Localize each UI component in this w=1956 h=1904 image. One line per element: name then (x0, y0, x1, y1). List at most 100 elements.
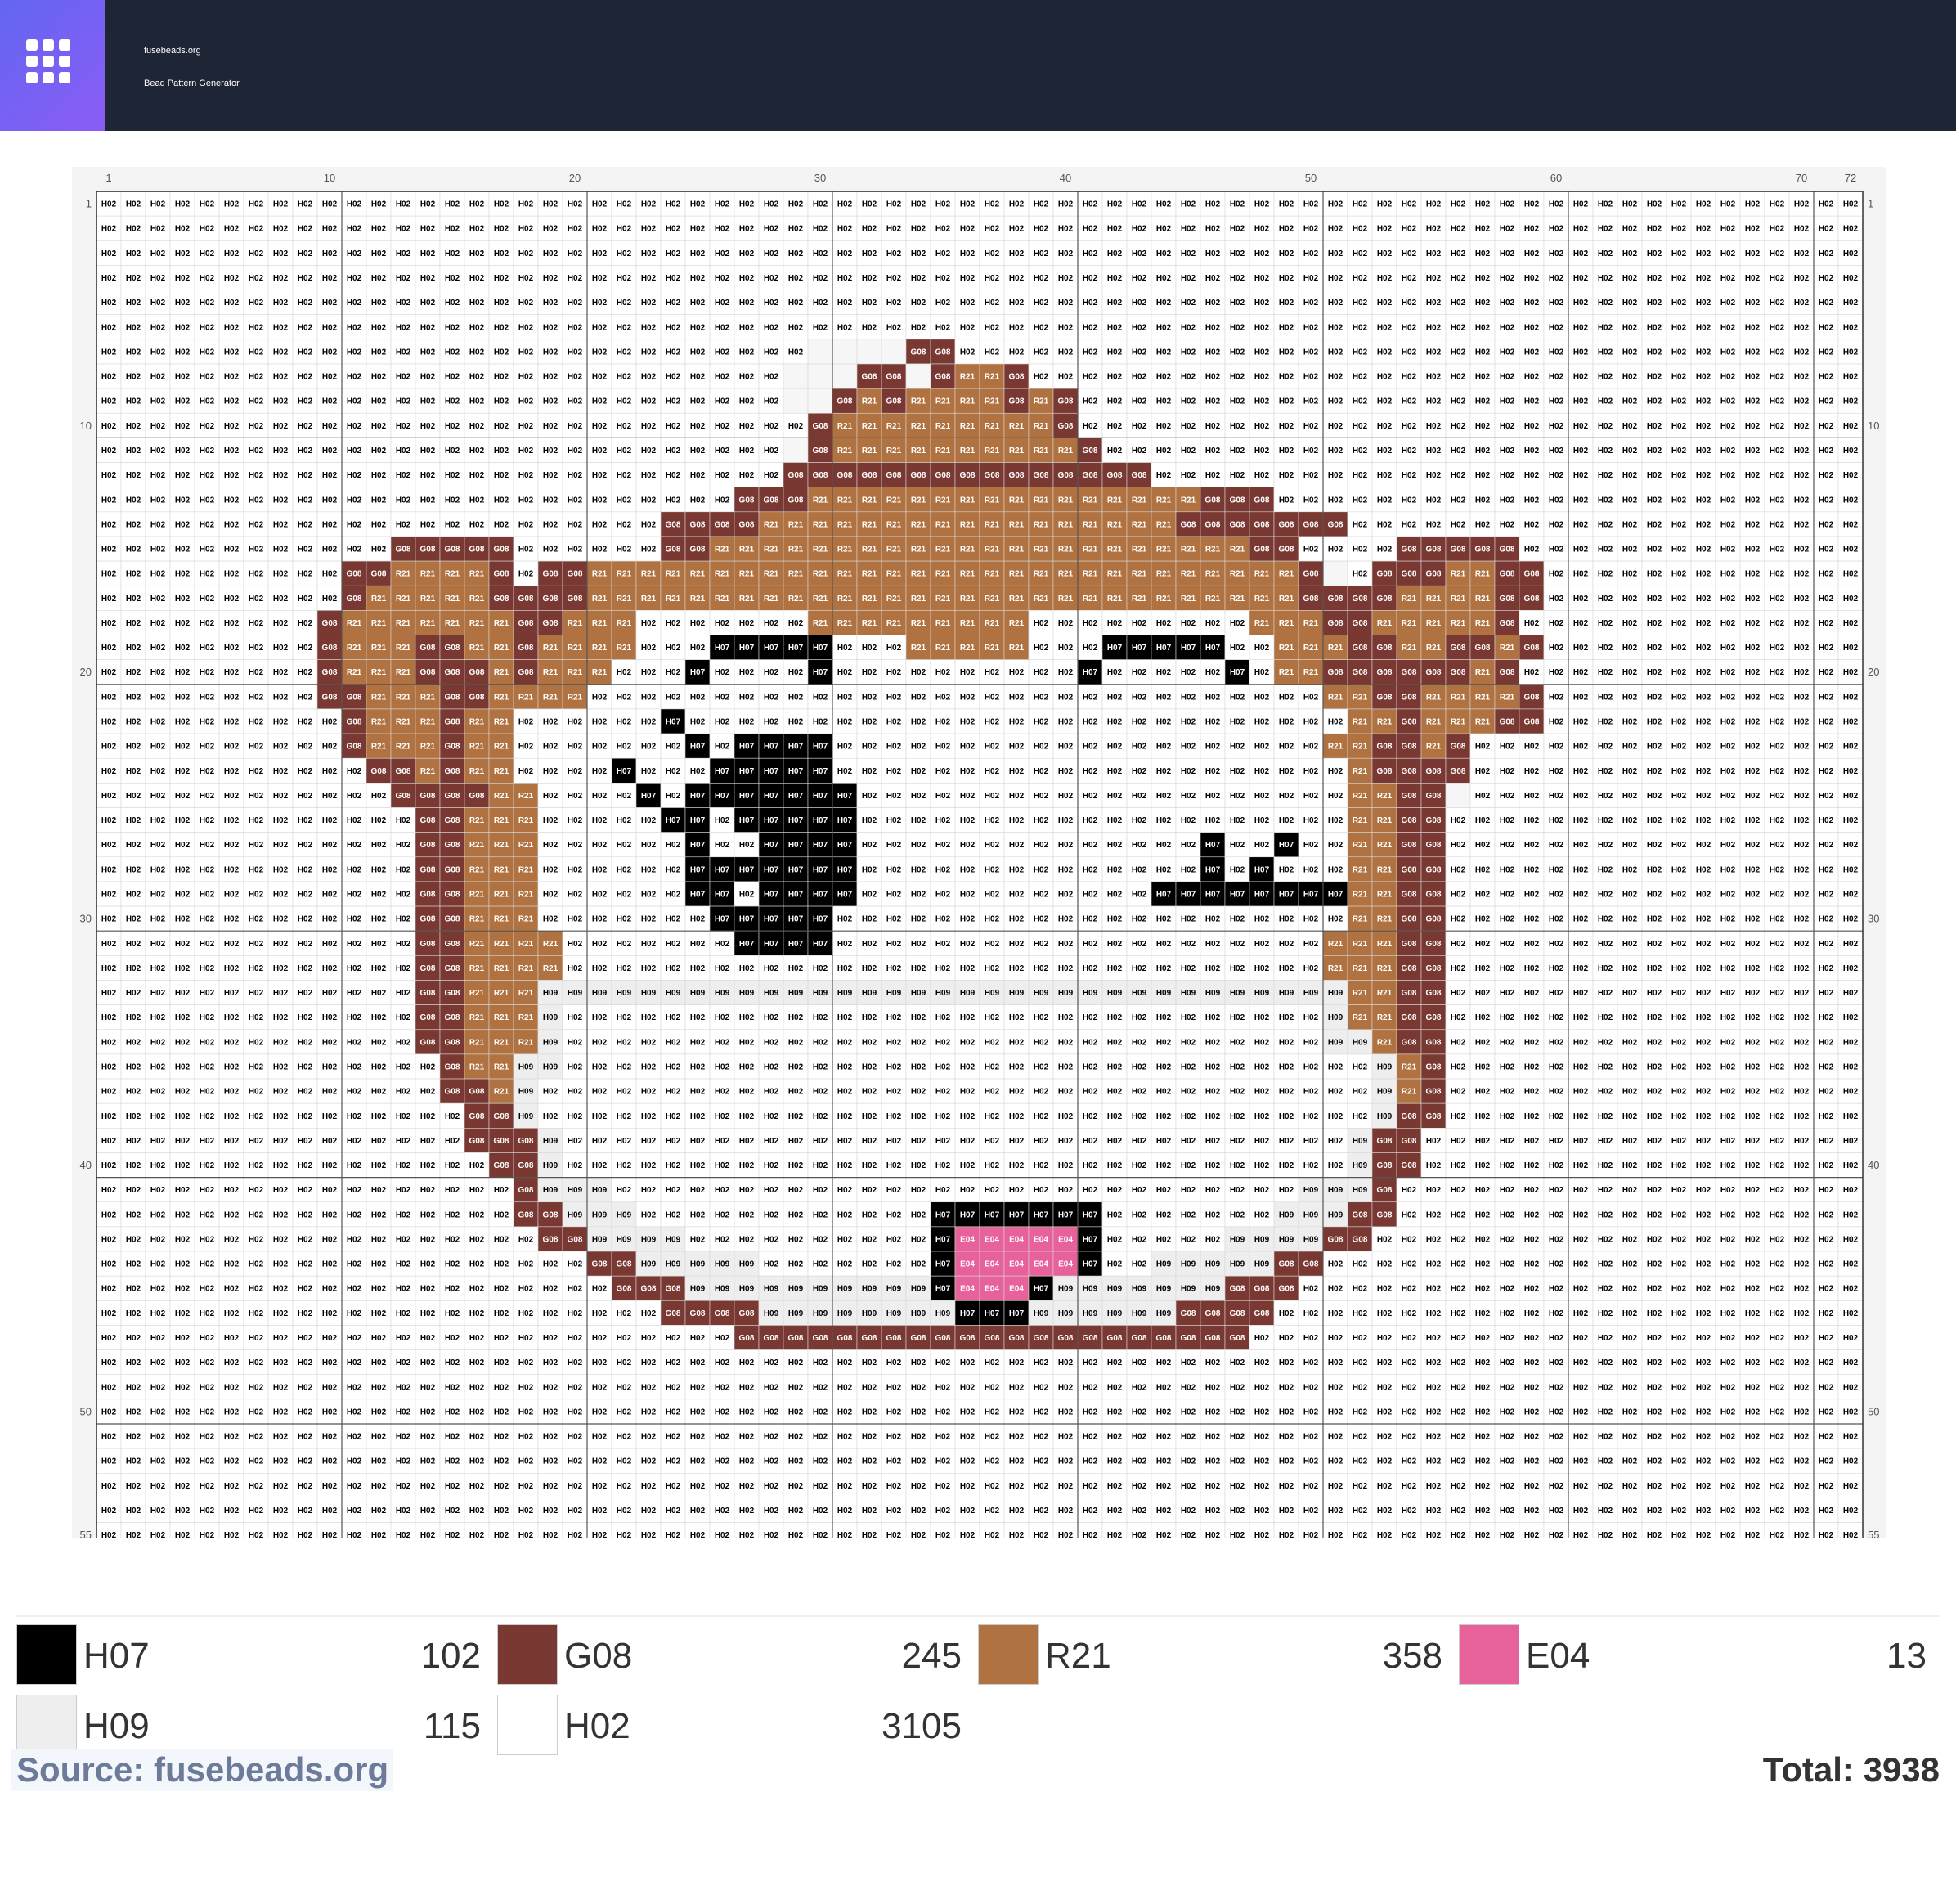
bead-code-label: H02 (1598, 225, 1613, 234)
bead-code-label: H02 (690, 471, 706, 480)
bead-code-label: H02 (1181, 397, 1196, 406)
bead-code-label: H02 (101, 422, 117, 431)
bead-code-label: H02 (1843, 274, 1859, 283)
bead-code-label: H02 (1524, 299, 1540, 308)
bead-code-label: R21 (886, 520, 902, 529)
bead-cell[interactable] (856, 339, 882, 365)
bead-code-label: H02 (1524, 471, 1540, 480)
bead-code-label: H02 (396, 249, 411, 258)
bead-code-label: H02 (249, 496, 264, 505)
bead-code-label: H02 (1107, 225, 1123, 234)
bead-code-label: H02 (1573, 200, 1589, 209)
bead-code-label: H02 (420, 520, 436, 529)
bead-code-label: H02 (592, 422, 608, 431)
bead-code-label: H02 (1647, 496, 1662, 505)
bead-code-label: H02 (592, 200, 608, 209)
bead-code-label: H02 (1475, 520, 1491, 529)
bead-cell[interactable] (905, 363, 931, 389)
bead-code-label: H02 (1279, 471, 1294, 480)
bead-code-label: H02 (1377, 274, 1393, 283)
bead-cell[interactable] (881, 339, 907, 365)
bead-code-label: H02 (764, 373, 779, 382)
bead-cell[interactable] (783, 388, 809, 414)
bead-code-label: R21 (886, 546, 902, 555)
bead-code-label: H02 (1475, 299, 1491, 308)
bead-code-label: R21 (715, 546, 730, 555)
bead-cell[interactable] (807, 363, 833, 389)
bead-code-label: R21 (1009, 422, 1025, 431)
bead-code-label: H02 (1770, 225, 1785, 234)
bead-code-label: H02 (1328, 471, 1344, 480)
bead-code-label: H02 (1696, 447, 1712, 456)
bead-code-label: H02 (911, 299, 926, 308)
bead-code-label: H02 (617, 200, 632, 209)
bead-code-label: H02 (715, 471, 730, 480)
bead-code-label: H02 (1254, 373, 1270, 382)
bead-code-label: H02 (150, 249, 166, 258)
bead-code-label: H02 (273, 520, 289, 529)
bead-cell[interactable] (783, 438, 809, 463)
bead-code-label: H02 (420, 496, 436, 505)
bead-cell[interactable] (807, 339, 833, 365)
bead-cell[interactable] (807, 388, 833, 414)
bead-code-label: H02 (1230, 373, 1245, 382)
bead-cell[interactable] (1322, 560, 1348, 586)
bead-code-label: R21 (813, 546, 828, 555)
bead-code-label: R21 (862, 447, 877, 456)
bead-cell[interactable] (832, 339, 858, 365)
bead-code-label: H02 (1181, 299, 1196, 308)
bead-code-label: H02 (1819, 373, 1834, 382)
bead-code-label: H02 (1647, 471, 1662, 480)
bead-code-label: H02 (175, 249, 191, 258)
bead-code-label: H02 (1083, 200, 1098, 209)
bead-code-label: H02 (1426, 471, 1442, 480)
bead-code-label: R21 (813, 520, 828, 529)
bead-code-label: H02 (1819, 348, 1834, 357)
bead-code-label: H02 (469, 397, 485, 406)
bead-code-label: H02 (1720, 249, 1736, 258)
bead-code-label: G08 (911, 471, 926, 480)
bead-code-label: R21 (788, 520, 804, 529)
bead-code-label: H02 (1254, 397, 1270, 406)
bead-code-label: H02 (886, 274, 902, 283)
bead-code-label: H02 (150, 397, 166, 406)
bead-code-label: H02 (1377, 397, 1393, 406)
bead-code-label: H02 (960, 323, 976, 332)
bead-code-label: H02 (1353, 200, 1368, 209)
bead-code-label: R21 (1034, 422, 1049, 431)
bead-code-label: H02 (1598, 397, 1613, 406)
bead-code-label: H02 (371, 274, 387, 283)
bead-code-label: R21 (1156, 496, 1172, 505)
bead-code-label: R21 (960, 422, 976, 431)
bead-code-label: H02 (298, 274, 313, 283)
bead-cell[interactable] (783, 363, 809, 389)
bead-code-label: H02 (1230, 348, 1245, 357)
bead-code-label: H02 (1303, 200, 1319, 209)
bead-code-label: H02 (764, 397, 779, 406)
bead-code-label: R21 (911, 447, 926, 456)
bead-code-label: R21 (788, 546, 804, 555)
bead-code-label: H02 (1598, 299, 1613, 308)
bead-code-label: H02 (273, 422, 289, 431)
bead-code-label: H02 (1279, 422, 1294, 431)
bead-code-label: H02 (1720, 447, 1736, 456)
bead-code-label: H02 (101, 447, 117, 456)
bead-code-label: H02 (592, 274, 608, 283)
bead-code-label: H02 (617, 323, 632, 332)
site-name[interactable]: fusebeads.org (144, 46, 201, 56)
bead-cell[interactable] (832, 363, 858, 389)
bead-code-label: H02 (126, 520, 141, 529)
bead-code-label: H02 (101, 200, 117, 209)
bead-code-label: H02 (1402, 200, 1417, 209)
bead-code-label: H02 (249, 225, 264, 234)
bead-code-label: H02 (273, 397, 289, 406)
bead-code-label: H02 (715, 397, 730, 406)
bead-cell[interactable] (1445, 783, 1471, 808)
app-logo[interactable] (0, 0, 105, 131)
bead-code-label: H02 (1549, 299, 1564, 308)
bead-code-label: H02 (150, 496, 166, 505)
bead-code-label: H02 (617, 397, 632, 406)
bead-code-label: H02 (200, 471, 215, 480)
bead-code-label: H02 (1353, 225, 1368, 234)
bead-code-label: R21 (862, 546, 877, 555)
